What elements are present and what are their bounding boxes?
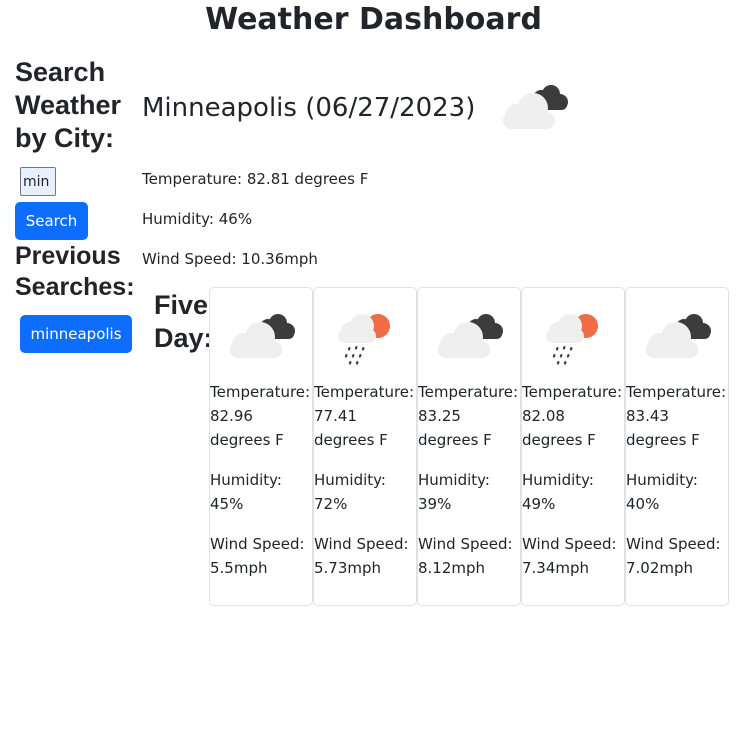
rain-sun-icon <box>338 314 390 365</box>
forecast-day-card: Temperature: 83.25 degrees F Humidity: 3… <box>417 287 521 606</box>
forecast-temperature: Temperature: 83.43 degrees F <box>626 383 727 449</box>
current-weather-header: Minneapolis (06/27/2023) <box>142 82 742 134</box>
current-weather: Minneapolis (06/27/2023) Temperature: 82… <box>142 82 742 268</box>
five-day-heading: Five Day: <box>154 290 213 353</box>
forecast-wind-speed: Wind Speed: 7.02mph <box>626 535 721 577</box>
forecast-humidity: Humidity: 72% <box>314 471 386 513</box>
forecast-temperature: Temperature: 82.96 degrees F <box>210 383 311 449</box>
search-button[interactable]: Search <box>15 202 88 240</box>
forecast-row: Temperature: 82.96 degrees F Humidity: 4… <box>209 287 729 606</box>
forecast-wind-speed: Wind Speed: 5.5mph <box>210 535 305 577</box>
sidebar: Search Weather by City: Search Previous … <box>15 56 140 353</box>
weather-dashboard: Weather Dashboard Search Weather by City… <box>0 0 747 747</box>
history-button-minneapolis[interactable]: minneapolis <box>20 315 132 353</box>
current-temperature: Temperature: 82.81 degrees F <box>142 170 369 188</box>
forecast-day-card: Temperature: 83.43 degrees F Humidity: 4… <box>625 287 729 606</box>
cloudy-icon <box>438 314 503 358</box>
cloudy-icon <box>503 85 569 129</box>
forecast-humidity: Humidity: 49% <box>522 471 594 513</box>
cloudy-icon <box>230 314 295 358</box>
forecast-day-card: Temperature: 82.96 degrees F Humidity: 4… <box>209 287 313 606</box>
forecast-day-card: Temperature: 82.08 degrees F Humidity: 4… <box>521 287 625 606</box>
forecast-humidity: Humidity: 45% <box>210 471 282 513</box>
forecast-temperature: Temperature: 82.08 degrees F <box>522 383 623 449</box>
cloudy-icon <box>646 314 711 358</box>
forecast-wind-speed: Wind Speed: 5.73mph <box>314 535 409 577</box>
page-title: Weather Dashboard <box>205 2 542 37</box>
current-humidity: Humidity: 46% <box>142 210 253 228</box>
forecast-day-card: Temperature: 77.41 degrees F Humidity: 7… <box>313 287 417 606</box>
forecast-humidity: Humidity: 39% <box>418 471 490 513</box>
forecast-temperature: Temperature: 83.25 degrees F <box>418 383 519 449</box>
previous-searches-heading: Previous Searches: <box>15 242 135 301</box>
current-wind-speed: Wind Speed: 10.36mph <box>142 250 318 268</box>
rain-sun-icon <box>546 314 598 365</box>
forecast-wind-speed: Wind Speed: 7.34mph <box>522 535 617 577</box>
city-search-input[interactable] <box>20 167 56 196</box>
forecast-wind-speed: Wind Speed: 8.12mph <box>418 535 513 577</box>
current-city-title: Minneapolis (06/27/2023) <box>142 93 476 123</box>
forecast-humidity: Humidity: 40% <box>626 471 698 513</box>
forecast-temperature: Temperature: 77.41 degrees F <box>314 383 415 449</box>
search-heading: Search Weather by City: <box>15 57 122 153</box>
